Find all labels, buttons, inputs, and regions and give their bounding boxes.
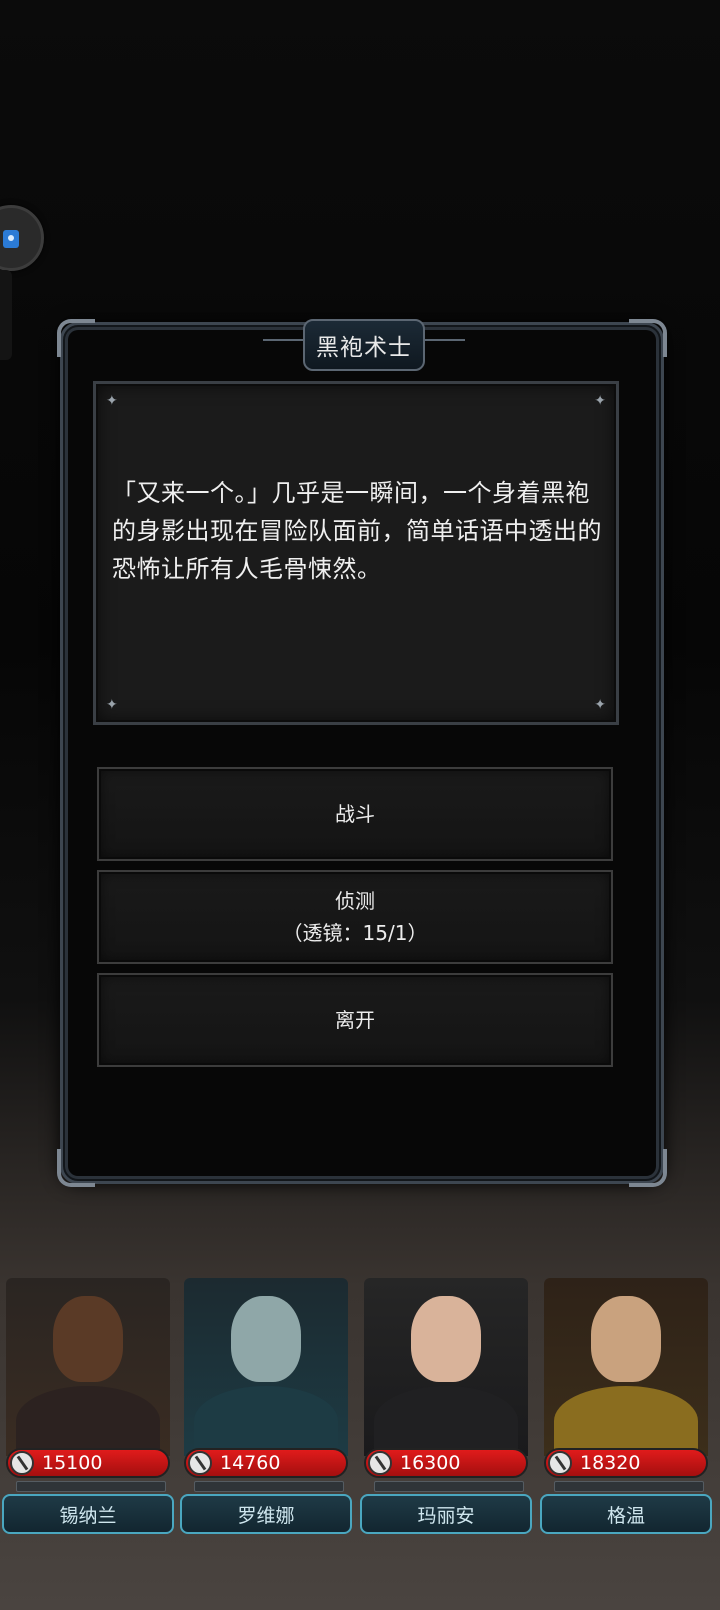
- sparkle-icon: ✦: [594, 393, 606, 409]
- choice-label: 侦测: [335, 889, 375, 913]
- hero-name: 锡纳兰: [59, 1504, 117, 1527]
- party-member-card[interactable]: 18320 格温: [540, 1278, 712, 1546]
- energy-bar: [554, 1481, 704, 1492]
- story-panel: ✦ ✦ ✦ ✦ 「又来一个。」几乎是一瞬间，一个身着黑袍的身影出现在冒险队面前，…: [93, 381, 619, 725]
- hero-name-plate: 格温: [540, 1494, 712, 1534]
- sword-icon: [548, 1451, 572, 1475]
- energy-bar: [374, 1481, 524, 1492]
- hero-name-plate: 锡纳兰: [2, 1494, 174, 1534]
- party-member-card[interactable]: 15100 锡纳兰: [2, 1278, 174, 1546]
- hp-bar: 15100: [6, 1448, 170, 1478]
- hero-portrait: [184, 1278, 348, 1456]
- choice-label: 离开: [335, 1008, 375, 1032]
- hp-bar: 14760: [184, 1448, 348, 1478]
- leave-button[interactable]: 离开: [97, 973, 613, 1067]
- story-text: 「又来一个。」几乎是一瞬间，一个身着黑袍的身影出现在冒险队面前，简单话语中透出的…: [112, 479, 602, 583]
- fight-button[interactable]: 战斗: [97, 767, 613, 861]
- sword-icon: [10, 1451, 34, 1475]
- hero-portrait: [364, 1278, 528, 1456]
- choice-label: 战斗: [335, 802, 375, 826]
- frame-corner-ornament: [57, 1149, 95, 1187]
- hero-portrait: [6, 1278, 170, 1456]
- frame-corner-ornament: [629, 319, 667, 357]
- hp-value: 18320: [580, 1452, 641, 1474]
- hero-name: 格温: [606, 1504, 645, 1527]
- sparkle-icon: ✦: [106, 393, 118, 409]
- floating-assistant-button[interactable]: [0, 205, 44, 271]
- game-screen: 黑袍术士 ✦ ✦ ✦ ✦ 「又来一个。」几乎是一瞬间，一个身着黑袍的身影出现在冒…: [0, 0, 720, 1610]
- hero-name-plate: 玛丽安: [360, 1494, 532, 1534]
- energy-bar: [194, 1481, 344, 1492]
- hero-name: 罗维娜: [237, 1504, 295, 1527]
- event-dialog: 黑袍术士 ✦ ✦ ✦ ✦ 「又来一个。」几乎是一瞬间，一个身着黑袍的身影出现在冒…: [57, 319, 667, 1187]
- hero-portrait: [544, 1278, 708, 1456]
- hp-value: 16300: [400, 1452, 461, 1474]
- hp-value: 15100: [42, 1452, 103, 1474]
- frame-corner-ornament: [629, 1149, 667, 1187]
- detect-button[interactable]: 侦测 （透镜：15/1）: [97, 870, 613, 964]
- party-member-card[interactable]: 14760 罗维娜: [180, 1278, 352, 1546]
- hp-bar: 18320: [544, 1448, 708, 1478]
- sword-icon: [368, 1451, 392, 1475]
- dialog-title: 黑袍术士: [316, 335, 412, 361]
- frame-corner-ornament: [57, 319, 95, 357]
- hero-name: 玛丽安: [417, 1504, 475, 1527]
- hp-value: 14760: [220, 1452, 281, 1474]
- side-edge-tab[interactable]: [0, 270, 12, 360]
- choice-cost: （透镜：15/1）: [282, 921, 428, 945]
- sparkle-icon: ✦: [594, 697, 606, 713]
- sword-icon: [188, 1451, 212, 1475]
- hero-name-plate: 罗维娜: [180, 1494, 352, 1534]
- energy-bar: [16, 1481, 166, 1492]
- hp-bar: 16300: [364, 1448, 528, 1478]
- title-plate: 黑袍术士: [263, 319, 465, 371]
- party-member-card[interactable]: 16300 玛丽安: [360, 1278, 532, 1546]
- sparkle-icon: ✦: [106, 697, 118, 713]
- assistant-icon: [3, 230, 19, 248]
